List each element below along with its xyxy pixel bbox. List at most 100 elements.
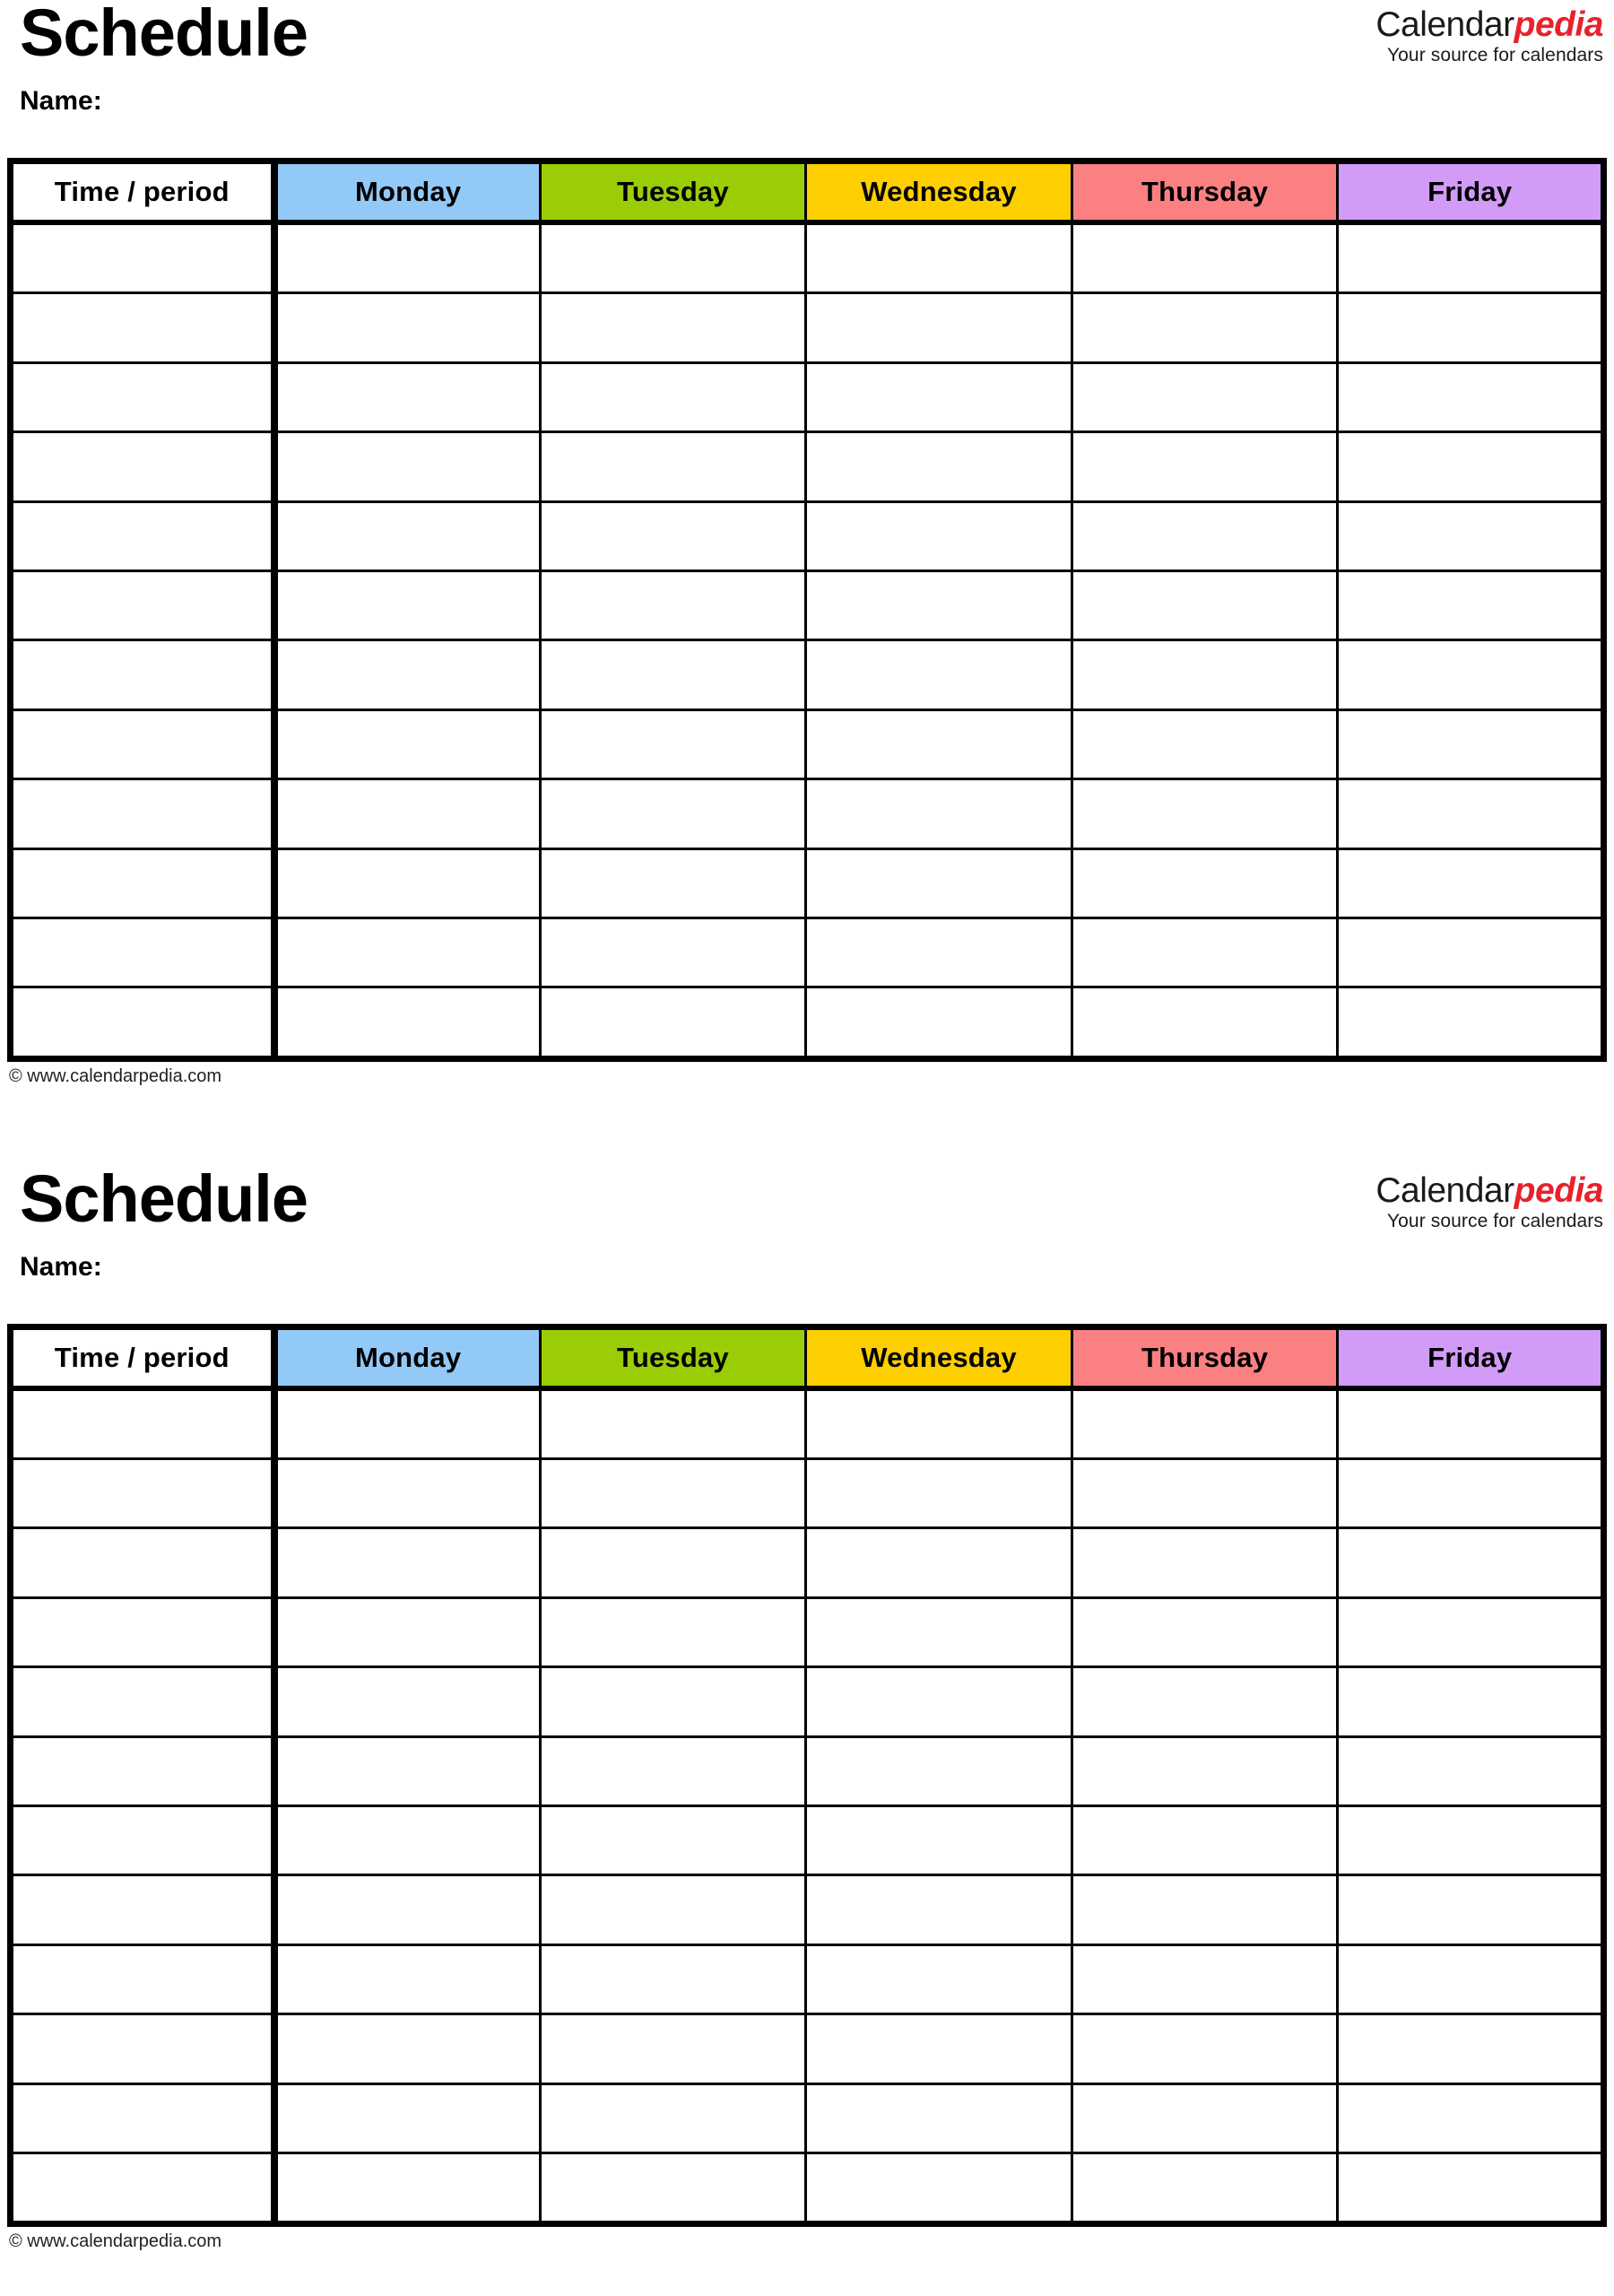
cell-wednesday-row-7[interactable]: [804, 1805, 1073, 1877]
cell-monday-row-6[interactable]: [270, 1735, 542, 1808]
cell-tuesday-row-9[interactable]: [538, 778, 808, 850]
cell-tuesday-row-11[interactable]: [538, 916, 808, 989]
cell-time-row-1[interactable]: [10, 1387, 276, 1461]
cell-thursday-row-4[interactable]: [1070, 430, 1340, 503]
cell-time-row-2[interactable]: [10, 1457, 276, 1530]
cell-monday-row-4[interactable]: [270, 1596, 542, 1669]
cell-wednesday-row-12[interactable]: [804, 986, 1073, 1059]
cell-tuesday-row-3[interactable]: [538, 1526, 808, 1599]
cell-tuesday-row-10[interactable]: [538, 847, 808, 919]
cell-friday-row-3[interactable]: [1336, 1526, 1604, 1599]
cell-monday-row-6[interactable]: [270, 569, 542, 642]
cell-time-row-8[interactable]: [10, 708, 276, 781]
cell-monday-row-5[interactable]: [270, 500, 542, 572]
cell-wednesday-row-9[interactable]: [804, 778, 1073, 850]
cell-wednesday-row-4[interactable]: [804, 430, 1073, 503]
cell-time-row-1[interactable]: [10, 221, 276, 295]
cell-friday-row-9[interactable]: [1336, 1943, 1604, 2016]
cell-thursday-row-8[interactable]: [1070, 1874, 1340, 1946]
cell-thursday-row-12[interactable]: [1070, 2151, 1340, 2224]
cell-time-row-5[interactable]: [10, 500, 276, 572]
cell-wednesday-row-11[interactable]: [804, 2082, 1073, 2154]
cell-tuesday-row-6[interactable]: [538, 1735, 808, 1808]
cell-thursday-row-6[interactable]: [1070, 569, 1340, 642]
cell-tuesday-row-7[interactable]: [538, 639, 808, 711]
cell-wednesday-row-7[interactable]: [804, 639, 1073, 711]
cell-thursday-row-5[interactable]: [1070, 500, 1340, 572]
cell-wednesday-row-5[interactable]: [804, 500, 1073, 572]
cell-friday-row-4[interactable]: [1336, 430, 1604, 503]
cell-wednesday-row-9[interactable]: [804, 1943, 1073, 2016]
cell-friday-row-2[interactable]: [1336, 1457, 1604, 1530]
cell-time-row-12[interactable]: [10, 2151, 276, 2224]
cell-friday-row-1[interactable]: [1336, 221, 1604, 295]
cell-friday-row-11[interactable]: [1336, 916, 1604, 989]
cell-time-row-11[interactable]: [10, 916, 276, 989]
cell-wednesday-row-6[interactable]: [804, 569, 1073, 642]
cell-monday-row-9[interactable]: [270, 1943, 542, 2016]
cell-time-row-9[interactable]: [10, 1943, 276, 2016]
cell-friday-row-8[interactable]: [1336, 708, 1604, 781]
cell-wednesday-row-4[interactable]: [804, 1596, 1073, 1669]
cell-friday-row-7[interactable]: [1336, 1805, 1604, 1877]
cell-monday-row-4[interactable]: [270, 430, 542, 503]
cell-monday-row-8[interactable]: [270, 708, 542, 781]
cell-friday-row-5[interactable]: [1336, 1665, 1604, 1738]
cell-tuesday-row-1[interactable]: [538, 1387, 808, 1461]
cell-wednesday-row-1[interactable]: [804, 1387, 1073, 1461]
cell-wednesday-row-3[interactable]: [804, 1526, 1073, 1599]
cell-friday-row-4[interactable]: [1336, 1596, 1604, 1669]
cell-tuesday-row-11[interactable]: [538, 2082, 808, 2154]
cell-monday-row-11[interactable]: [270, 916, 542, 989]
cell-tuesday-row-2[interactable]: [538, 1457, 808, 1530]
cell-wednesday-row-10[interactable]: [804, 847, 1073, 919]
cell-thursday-row-8[interactable]: [1070, 708, 1340, 781]
cell-tuesday-row-4[interactable]: [538, 1596, 808, 1669]
cell-tuesday-row-2[interactable]: [538, 291, 808, 364]
cell-wednesday-row-10[interactable]: [804, 2013, 1073, 2085]
cell-monday-row-9[interactable]: [270, 778, 542, 850]
cell-thursday-row-3[interactable]: [1070, 1526, 1340, 1599]
cell-wednesday-row-2[interactable]: [804, 1457, 1073, 1530]
cell-time-row-3[interactable]: [10, 1526, 276, 1599]
cell-wednesday-row-1[interactable]: [804, 221, 1073, 295]
cell-monday-row-11[interactable]: [270, 2082, 542, 2154]
cell-wednesday-row-6[interactable]: [804, 1735, 1073, 1808]
cell-friday-row-1[interactable]: [1336, 1387, 1604, 1461]
cell-thursday-row-12[interactable]: [1070, 986, 1340, 1059]
cell-thursday-row-11[interactable]: [1070, 916, 1340, 989]
cell-wednesday-row-5[interactable]: [804, 1665, 1073, 1738]
cell-wednesday-row-8[interactable]: [804, 708, 1073, 781]
cell-monday-row-3[interactable]: [270, 361, 542, 434]
cell-friday-row-10[interactable]: [1336, 2013, 1604, 2085]
cell-thursday-row-2[interactable]: [1070, 1457, 1340, 1530]
cell-friday-row-5[interactable]: [1336, 500, 1604, 572]
cell-friday-row-12[interactable]: [1336, 2151, 1604, 2224]
cell-monday-row-12[interactable]: [270, 986, 542, 1059]
cell-friday-row-6[interactable]: [1336, 1735, 1604, 1808]
cell-monday-row-3[interactable]: [270, 1526, 542, 1599]
cell-time-row-3[interactable]: [10, 361, 276, 434]
cell-time-row-10[interactable]: [10, 2013, 276, 2085]
cell-time-row-7[interactable]: [10, 639, 276, 711]
cell-thursday-row-2[interactable]: [1070, 291, 1340, 364]
cell-time-row-5[interactable]: [10, 1665, 276, 1738]
cell-time-row-2[interactable]: [10, 291, 276, 364]
cell-tuesday-row-1[interactable]: [538, 221, 808, 295]
cell-thursday-row-7[interactable]: [1070, 639, 1340, 711]
cell-thursday-row-1[interactable]: [1070, 1387, 1340, 1461]
cell-time-row-6[interactable]: [10, 569, 276, 642]
cell-tuesday-row-8[interactable]: [538, 708, 808, 781]
cell-monday-row-8[interactable]: [270, 1874, 542, 1946]
cell-time-row-12[interactable]: [10, 986, 276, 1059]
cell-thursday-row-1[interactable]: [1070, 221, 1340, 295]
cell-tuesday-row-3[interactable]: [538, 361, 808, 434]
cell-thursday-row-5[interactable]: [1070, 1665, 1340, 1738]
cell-monday-row-2[interactable]: [270, 291, 542, 364]
cell-monday-row-5[interactable]: [270, 1665, 542, 1738]
cell-thursday-row-4[interactable]: [1070, 1596, 1340, 1669]
cell-tuesday-row-5[interactable]: [538, 1665, 808, 1738]
cell-wednesday-row-3[interactable]: [804, 361, 1073, 434]
cell-tuesday-row-12[interactable]: [538, 2151, 808, 2224]
cell-monday-row-2[interactable]: [270, 1457, 542, 1530]
